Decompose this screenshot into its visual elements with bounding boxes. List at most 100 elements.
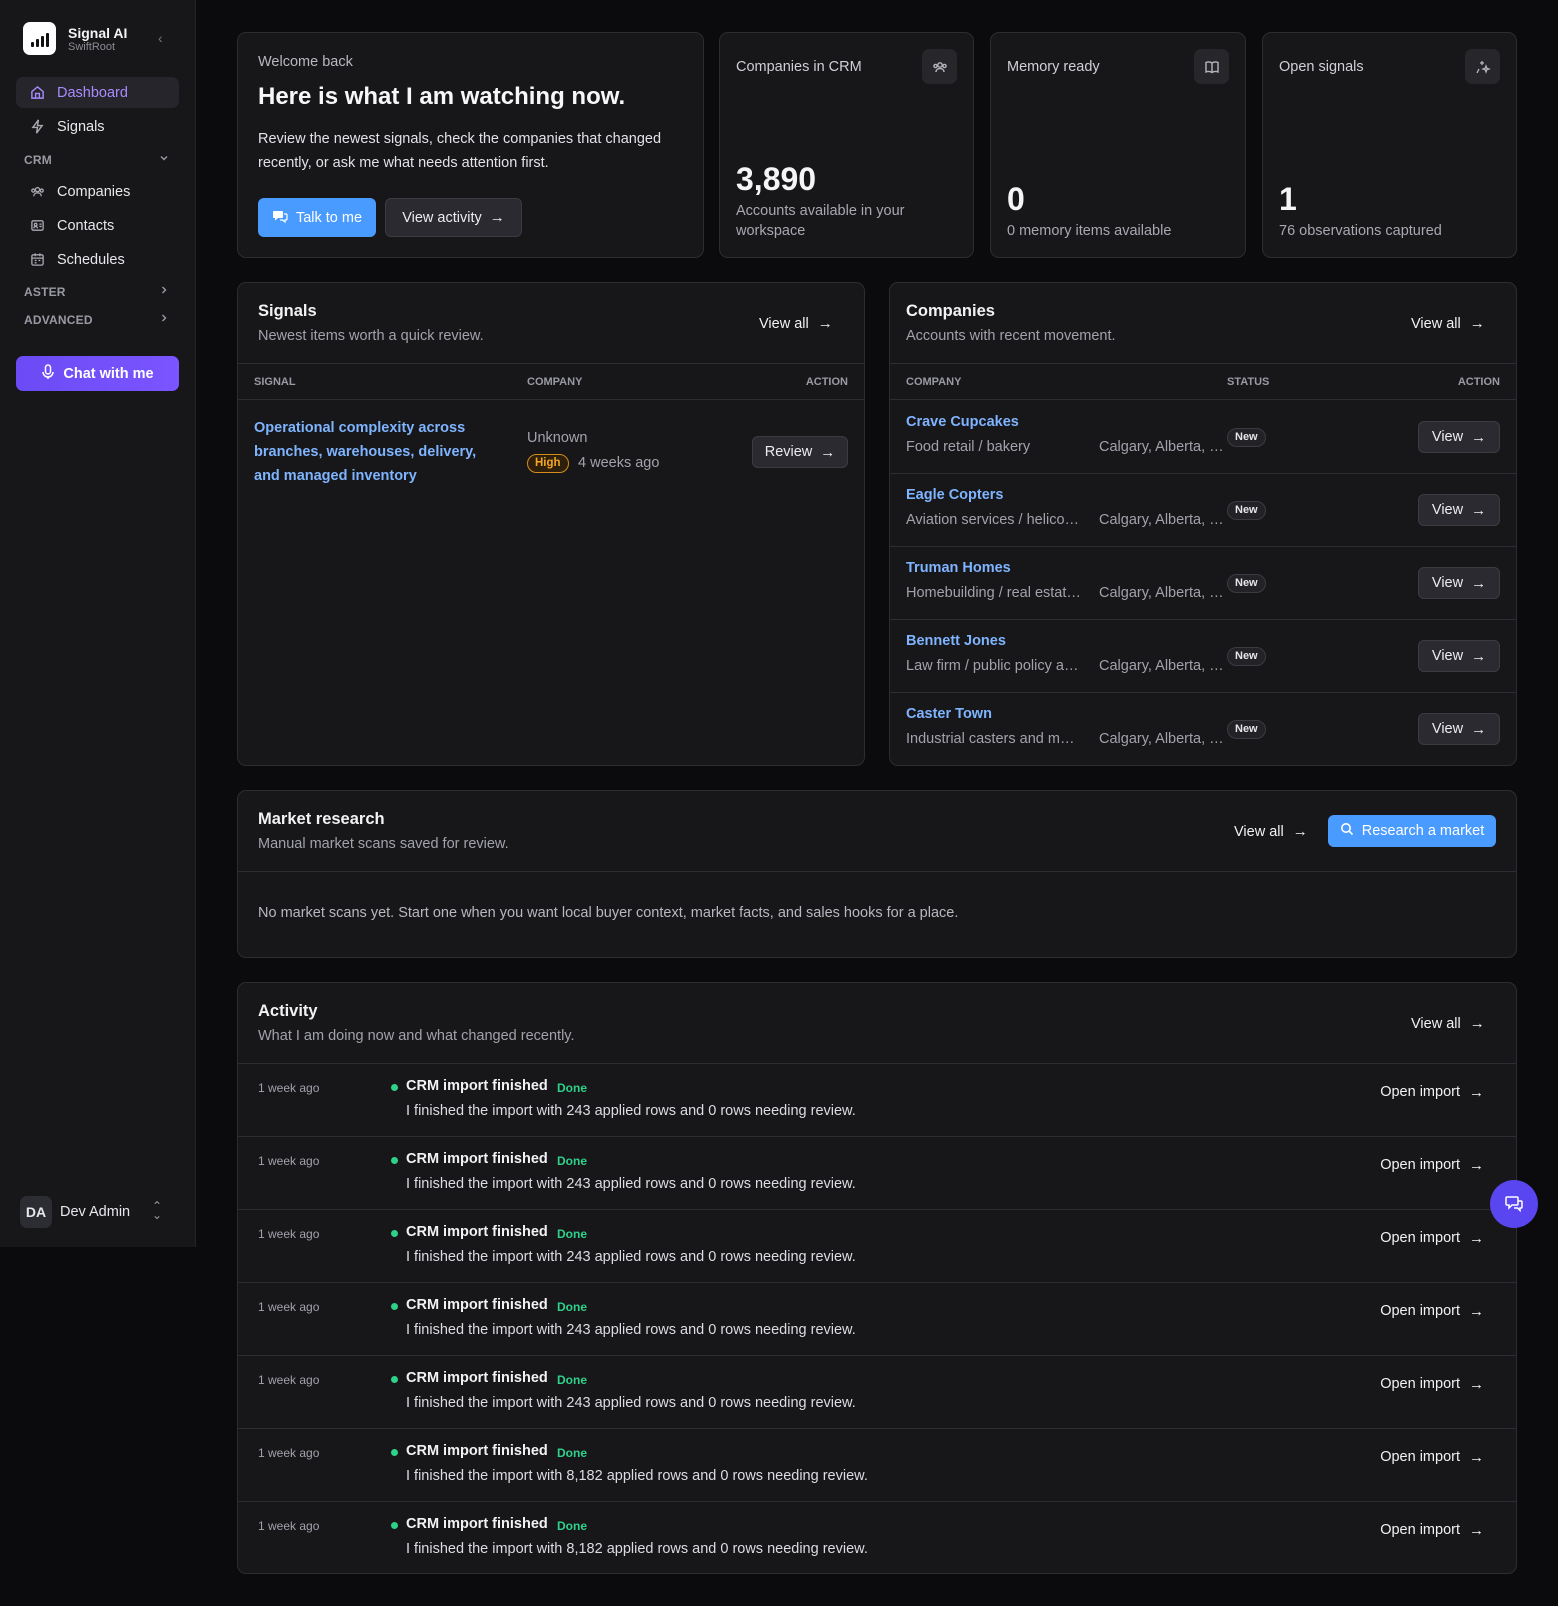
- arrow-right-icon: →: [1469, 1376, 1484, 1393]
- company-link[interactable]: Caster Town: [906, 706, 992, 722]
- companies-table-body: Crave Cupcakes Food retail / bakery Calg…: [890, 401, 1516, 765]
- view-all-label: View all: [759, 315, 809, 332]
- activity-desc: I finished the import with 243 applied r…: [406, 1322, 856, 1338]
- open-import-link[interactable]: Open import →: [1380, 1084, 1484, 1101]
- view-company-button[interactable]: View →: [1418, 640, 1500, 672]
- home-icon: [29, 85, 45, 101]
- market-research-card: Market research Manual market scans save…: [237, 790, 1517, 958]
- stat-value: 3,890: [736, 161, 817, 197]
- stat-title: Open signals: [1279, 59, 1364, 75]
- company-location: Calgary, Alberta, Canada: [1099, 439, 1227, 455]
- view-company-button[interactable]: View →: [1418, 421, 1500, 453]
- signal-bars-icon: [23, 22, 56, 55]
- company-link[interactable]: Eagle Copters: [906, 487, 1004, 503]
- open-import-label: Open import: [1380, 1449, 1460, 1465]
- sidebar-item-label: Dashboard: [57, 84, 128, 101]
- company-location: Calgary, Alberta, Canada: [1099, 658, 1227, 674]
- section-advanced[interactable]: ADVANCED: [24, 312, 170, 327]
- sidebar-item-contacts[interactable]: Contacts: [16, 210, 179, 241]
- stat-card-memory: Memory ready 0 0 memory items available: [990, 32, 1246, 258]
- companies-view-all-link[interactable]: View all →: [1411, 315, 1485, 332]
- activity-desc: I finished the import with 243 applied r…: [406, 1249, 856, 1265]
- brand[interactable]: Signal AI SwiftRoot: [23, 22, 127, 55]
- signals-view-all-link[interactable]: View all →: [759, 315, 833, 332]
- chat-bubble-icon: [1504, 1193, 1524, 1216]
- sidebar-item-dashboard[interactable]: Dashboard: [16, 77, 179, 108]
- open-import-link[interactable]: Open import →: [1380, 1522, 1484, 1539]
- table-row: Operational complexity across branches, …: [238, 401, 864, 491]
- divider: [238, 871, 1516, 872]
- open-import-link[interactable]: Open import →: [1380, 1449, 1484, 1466]
- arrow-right-icon: →: [1471, 501, 1487, 519]
- section-label: ASTER: [24, 284, 66, 299]
- review-button[interactable]: Review →: [752, 436, 848, 468]
- sidebar-item-companies[interactable]: Companies: [16, 176, 179, 207]
- market-view-all-link[interactable]: View all →: [1234, 823, 1308, 840]
- section-aster[interactable]: ASTER: [24, 284, 170, 299]
- companies-icon: [29, 184, 45, 200]
- company-industry: Law firm / public policy advisory: [906, 658, 1081, 674]
- table-row: Truman Homes Homebuilding / real estate …: [890, 547, 1516, 620]
- company-link[interactable]: Bennett Jones: [906, 633, 1006, 649]
- user-menu[interactable]: DA Dev Admin ⌃ ⌄: [20, 1196, 170, 1228]
- signal-link[interactable]: Operational complexity across branches, …: [254, 416, 504, 488]
- section-crm[interactable]: CRM: [24, 152, 170, 167]
- research-market-button[interactable]: Research a market: [1328, 815, 1496, 847]
- company-link[interactable]: Crave Cupcakes: [906, 414, 1019, 430]
- arrow-right-icon: →: [1471, 574, 1487, 592]
- sidebar-item-label: Contacts: [57, 217, 115, 234]
- open-import-link[interactable]: Open import →: [1380, 1157, 1484, 1174]
- activity-time: 1 week ago: [258, 1373, 320, 1387]
- open-import-link[interactable]: Open import →: [1380, 1303, 1484, 1320]
- workspace-name: SwiftRoot: [68, 40, 116, 53]
- open-import-label: Open import: [1380, 1522, 1460, 1538]
- arrow-right-icon: →: [1471, 428, 1487, 446]
- activity-view-all-link[interactable]: View all →: [1411, 1015, 1485, 1032]
- table-row: Caster Town Industrial casters and mater…: [890, 693, 1516, 765]
- column-header-company: COMPANY: [906, 376, 962, 388]
- sidebar-item-schedules[interactable]: Schedules: [16, 244, 179, 275]
- research-market-label: Research a market: [1361, 823, 1485, 839]
- arrow-right-icon: →: [1469, 315, 1485, 332]
- activity-title: CRM import finished: [406, 1078, 548, 1094]
- company-link[interactable]: Truman Homes: [906, 560, 1011, 576]
- status-badge: Done: [557, 1519, 587, 1533]
- view-company-button[interactable]: View →: [1418, 494, 1500, 526]
- talk-to-me-label: Talk to me: [295, 209, 363, 226]
- view-activity-label: View activity: [402, 209, 482, 226]
- view-company-button[interactable]: View →: [1418, 567, 1500, 599]
- activity-time: 1 week ago: [258, 1227, 320, 1241]
- list-item: 1 week ago CRM import finished Done I fi…: [238, 1282, 1516, 1355]
- activity-desc: I finished the import with 243 applied r…: [406, 1103, 856, 1119]
- welcome-eyebrow: Welcome back: [258, 54, 353, 70]
- open-import-link[interactable]: Open import →: [1380, 1230, 1484, 1247]
- view-all-label: View all: [1411, 315, 1461, 332]
- signal-time: 4 weeks ago: [578, 455, 660, 471]
- companies-title: Companies: [906, 302, 995, 320]
- signals-subtitle: Newest items worth a quick review.: [258, 328, 484, 344]
- stat-desc: 76 observations captured: [1279, 223, 1442, 239]
- chat-with-me-button[interactable]: Chat with me: [16, 356, 179, 391]
- talk-to-me-button[interactable]: Talk to me: [258, 198, 376, 237]
- signals-title: Signals: [258, 302, 317, 320]
- activity-title: CRM import finished: [406, 1297, 548, 1313]
- company-industry: Homebuilding / real estate development: [906, 585, 1081, 601]
- calendar-icon: [29, 252, 45, 268]
- view-company-button[interactable]: View →: [1418, 713, 1500, 745]
- company-industry: Food retail / bakery: [906, 439, 1031, 455]
- arrow-right-icon: →: [1471, 647, 1487, 665]
- arrow-right-icon: →: [1469, 1449, 1484, 1466]
- market-subtitle: Manual market scans saved for review.: [258, 836, 509, 852]
- arrow-right-icon: →: [1469, 1303, 1484, 1320]
- status-dot: [391, 1157, 398, 1164]
- stat-value: 0: [1007, 181, 1025, 217]
- companies-icon: [922, 49, 957, 84]
- activity-title: CRM import finished: [406, 1224, 548, 1240]
- company-location: Calgary, Alberta, Canada: [1099, 731, 1227, 747]
- view-label: View: [1431, 429, 1464, 445]
- sidebar-item-signals[interactable]: Signals: [16, 111, 179, 142]
- floating-chat-button[interactable]: [1490, 1180, 1538, 1228]
- view-activity-button[interactable]: View activity →: [385, 198, 522, 237]
- collapse-sidebar-icon[interactable]: ‹: [158, 30, 163, 46]
- open-import-link[interactable]: Open import →: [1380, 1376, 1484, 1393]
